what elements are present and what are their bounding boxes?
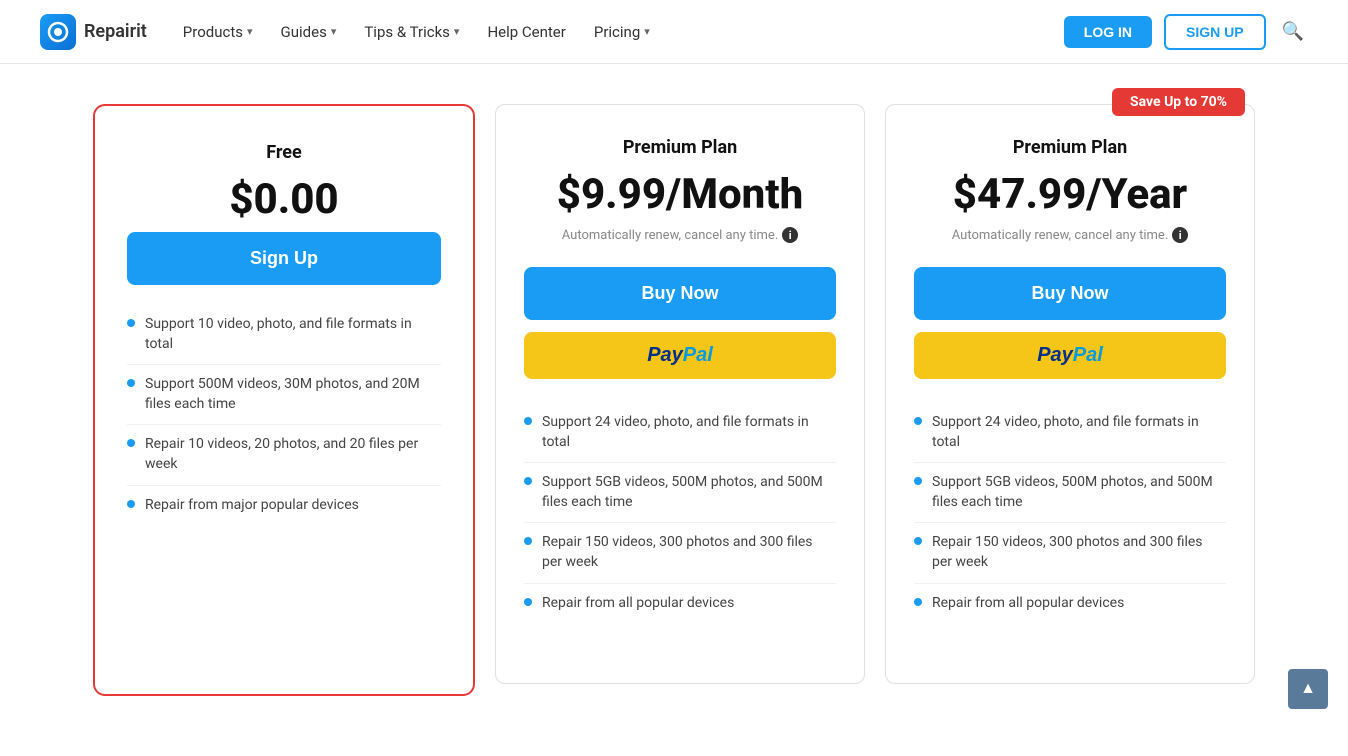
feature-dot-icon [914, 537, 922, 545]
feature-dot-icon [524, 477, 532, 485]
feature-item: Repair from major popular devices [127, 486, 441, 526]
nav-label-products: Products [183, 23, 243, 41]
features-list-free: Support 10 video, photo, and file format… [127, 305, 441, 525]
feature-item: Repair from all popular devices [914, 584, 1226, 624]
feature-text: Support 500M videos, 30M photos, and 20M… [145, 375, 441, 414]
header: Repairit Products ▾ Guides ▾ Tips & Tric… [0, 0, 1348, 64]
nav-label-pricing: Pricing [594, 23, 640, 41]
plan-price-free: $0.00 [127, 175, 441, 224]
buy-now-button-monthly[interactable]: Buy Now [524, 267, 836, 320]
feature-item: Support 24 video, photo, and file format… [914, 403, 1226, 463]
header-actions: LOG IN SIGN UP 🔍 [1064, 14, 1308, 50]
pricing-card-free-inner: Free $0.00 Sign Up Support 10 video, pho… [99, 110, 469, 690]
arrow-up-icon: ▲ [1300, 680, 1316, 698]
feature-dot-icon [127, 500, 135, 508]
paypal-text: PayPal [647, 344, 713, 366]
nav-item-tips[interactable]: Tips & Tricks ▾ [352, 15, 471, 49]
feature-dot-icon [914, 417, 922, 425]
buy-now-button-yearly[interactable]: Buy Now [914, 267, 1226, 320]
chevron-down-icon: ▾ [454, 25, 460, 38]
logo-icon [40, 14, 76, 50]
scroll-to-top-button[interactable]: ▲ [1288, 669, 1328, 709]
feature-dot-icon [524, 598, 532, 606]
feature-dot-icon [127, 319, 135, 327]
paypal-button-monthly[interactable]: PayPal [524, 332, 836, 379]
chevron-down-icon: ▾ [644, 25, 650, 38]
logo[interactable]: Repairit [40, 14, 147, 50]
search-button[interactable]: 🔍 [1278, 17, 1308, 46]
features-list-yearly: Support 24 video, photo, and file format… [914, 403, 1226, 623]
feature-item: Support 5GB videos, 500M photos, and 500… [914, 463, 1226, 523]
nav: Products ▾ Guides ▾ Tips & Tricks ▾ Help… [171, 15, 1064, 49]
feature-item: Support 5GB videos, 500M photos, and 500… [524, 463, 836, 523]
feature-dot-icon [524, 537, 532, 545]
pricing-card-monthly-inner: Premium Plan $9.99/Month Automatically r… [495, 104, 865, 684]
feature-text: Repair 150 videos, 300 photos and 300 fi… [542, 533, 836, 572]
signup-button[interactable]: SIGN UP [1164, 14, 1266, 50]
plan-price-monthly: $9.99/Month [524, 170, 836, 219]
features-list-monthly: Support 24 video, photo, and file format… [524, 403, 836, 623]
plan-name-free: Free [127, 142, 441, 163]
feature-dot-icon [914, 598, 922, 606]
signup-card-button[interactable]: Sign Up [127, 232, 441, 285]
plan-price-yearly: $47.99/Year [914, 170, 1226, 219]
feature-text: Repair 10 videos, 20 photos, and 20 file… [145, 435, 441, 474]
login-button[interactable]: LOG IN [1064, 16, 1152, 48]
pricing-card-yearly: Save Up to 70% Premium Plan $47.99/Year … [885, 104, 1255, 696]
chevron-down-icon: ▾ [331, 25, 337, 38]
feature-item: Repair 150 videos, 300 photos and 300 fi… [914, 523, 1226, 583]
plan-price-note-yearly: Automatically renew, cancel any time. i [914, 227, 1226, 243]
feature-item: Repair 150 videos, 300 photos and 300 fi… [524, 523, 836, 583]
feature-item: Support 500M videos, 30M photos, and 20M… [127, 365, 441, 425]
feature-item: Support 10 video, photo, and file format… [127, 305, 441, 365]
plan-name-yearly: Premium Plan [914, 137, 1226, 158]
info-icon: i [782, 227, 798, 243]
feature-dot-icon [127, 439, 135, 447]
feature-text: Support 5GB videos, 500M photos, and 500… [542, 473, 836, 512]
pricing-card-yearly-inner: Premium Plan $47.99/Year Automatically r… [885, 104, 1255, 684]
feature-item: Repair from all popular devices [524, 584, 836, 624]
paypal-text: PayPal [1037, 344, 1103, 366]
feature-item: Support 24 video, photo, and file format… [524, 403, 836, 463]
feature-text: Repair from all popular devices [542, 594, 734, 614]
feature-text: Support 5GB videos, 500M photos, and 500… [932, 473, 1226, 512]
nav-label-guides: Guides [281, 23, 327, 41]
save-badge: Save Up to 70% [1112, 88, 1245, 116]
feature-text: Support 24 video, photo, and file format… [932, 413, 1226, 452]
feature-text: Support 24 video, photo, and file format… [542, 413, 836, 452]
search-icon: 🔍 [1282, 21, 1304, 41]
feature-item: Repair 10 videos, 20 photos, and 20 file… [127, 425, 441, 485]
plan-name-monthly: Premium Plan [524, 137, 836, 158]
paypal-button-yearly[interactable]: PayPal [914, 332, 1226, 379]
feature-text: Support 10 video, photo, and file format… [145, 315, 441, 354]
info-icon: i [1172, 227, 1188, 243]
feature-dot-icon [127, 379, 135, 387]
nav-item-help[interactable]: Help Center [475, 15, 577, 49]
feature-dot-icon [914, 477, 922, 485]
feature-text: Repair from all popular devices [932, 594, 1124, 614]
feature-text: Repair 150 videos, 300 photos and 300 fi… [932, 533, 1226, 572]
pricing-card-free: Free $0.00 Sign Up Support 10 video, pho… [93, 104, 475, 696]
pricing-card-monthly: Premium Plan $9.99/Month Automatically r… [495, 104, 865, 696]
nav-label-help: Help Center [487, 23, 565, 41]
nav-item-products[interactable]: Products ▾ [171, 15, 265, 49]
feature-text: Repair from major popular devices [145, 496, 359, 516]
chevron-down-icon: ▾ [247, 25, 253, 38]
logo-text: Repairit [84, 21, 147, 42]
plan-price-note-monthly: Automatically renew, cancel any time. i [524, 227, 836, 243]
feature-dot-icon [524, 417, 532, 425]
pricing-section: Free $0.00 Sign Up Support 10 video, pho… [0, 64, 1348, 756]
nav-item-pricing[interactable]: Pricing ▾ [582, 15, 662, 49]
nav-label-tips: Tips & Tricks [364, 23, 450, 41]
nav-item-guides[interactable]: Guides ▾ [269, 15, 349, 49]
